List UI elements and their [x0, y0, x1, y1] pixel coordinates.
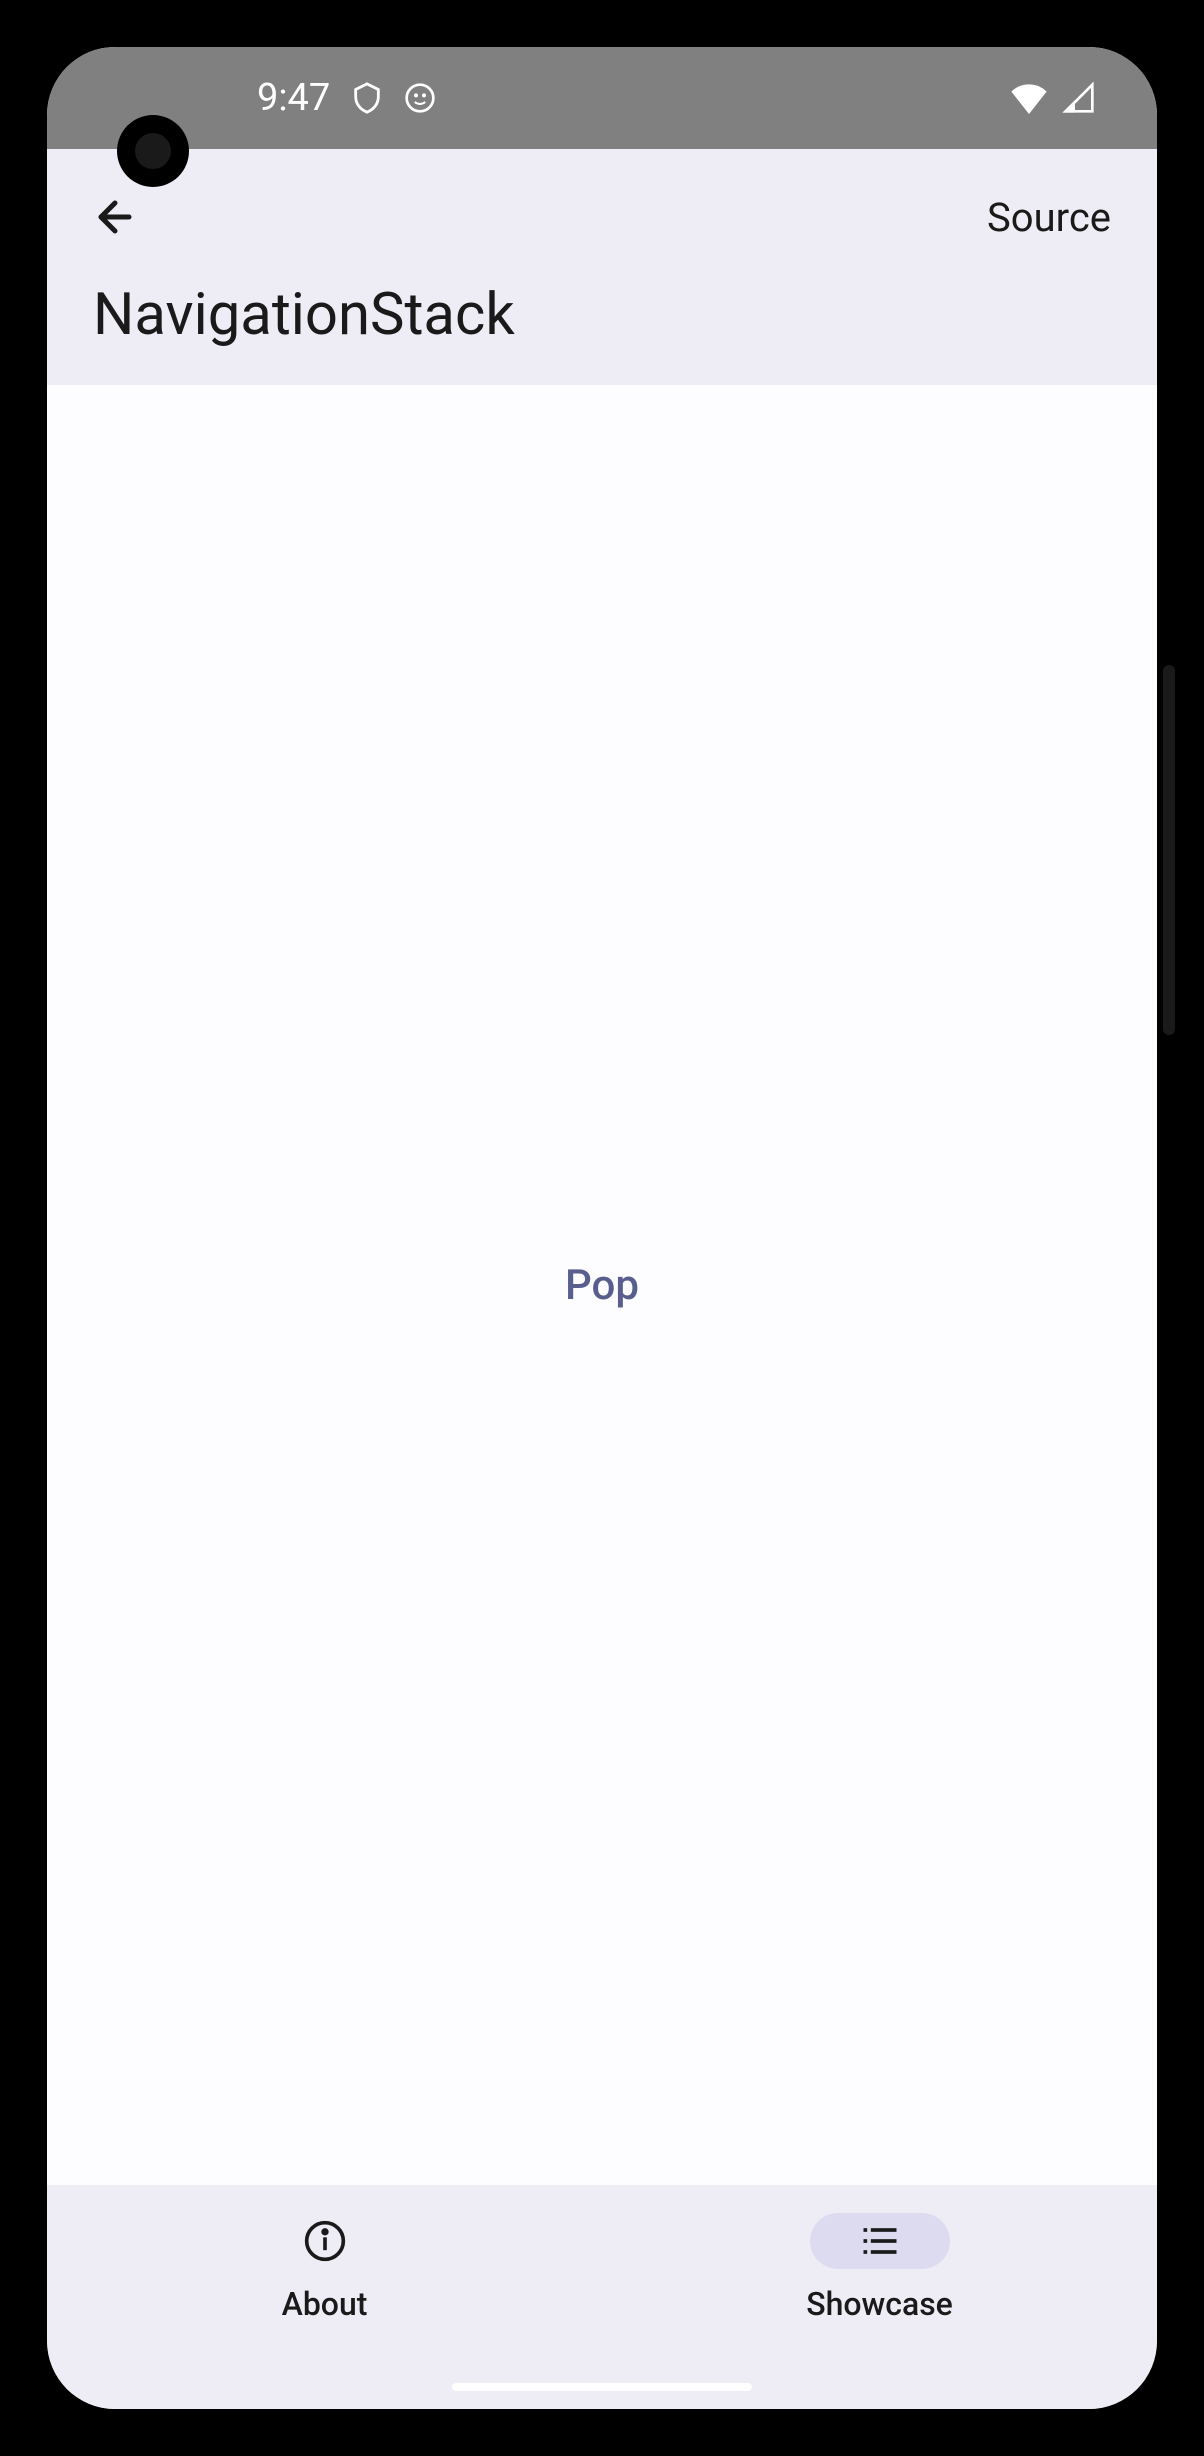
nav-label-showcase: Showcase: [806, 2285, 953, 2323]
nav-item-showcase[interactable]: Showcase: [602, 2213, 1157, 2323]
status-bar: 9:47: [47, 47, 1157, 149]
back-button[interactable]: [83, 185, 147, 249]
bottom-navigation: About Showcase: [47, 2185, 1157, 2409]
shield-icon: [350, 81, 384, 115]
pop-button[interactable]: Pop: [525, 1241, 679, 1330]
nav-item-about[interactable]: About: [47, 2213, 602, 2323]
info-icon: [303, 2219, 347, 2263]
wifi-icon: [1009, 82, 1049, 114]
home-indicator[interactable]: [452, 2383, 752, 2391]
content-area: Pop: [47, 385, 1157, 2185]
source-link[interactable]: Source: [987, 194, 1121, 241]
nav-label-about: About: [282, 2285, 368, 2323]
app-bar: Source NavigationStack: [47, 149, 1157, 385]
status-time: 9:47: [257, 76, 330, 120]
signal-icon: [1061, 82, 1097, 114]
list-icon: [858, 2219, 902, 2263]
page-title: NavigationStack: [83, 281, 1121, 349]
camera-cutout: [117, 115, 189, 187]
face-icon: [404, 82, 436, 114]
arrow-left-icon: [91, 193, 139, 241]
